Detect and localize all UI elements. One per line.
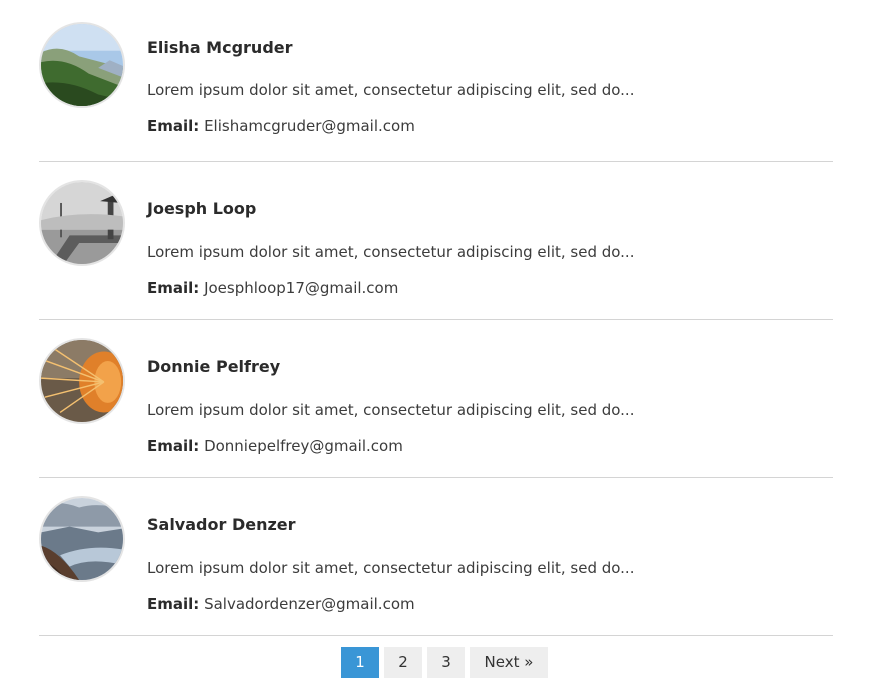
email-label: Email: [147,279,200,297]
user-name: Joesph Loop [147,199,257,218]
user-description: Lorem ipsum dolor sit amet, consectetur … [147,401,635,419]
page-button-1[interactable]: 1 [341,647,379,678]
user-description: Lorem ipsum dolor sit amet, consectetur … [147,81,635,99]
user-email-line: Email: Salvadordenzer@gmail.com [147,595,415,613]
user-email-line: Email: Joesphloop17@gmail.com [147,279,398,297]
next-page-button[interactable]: Next » [470,647,548,678]
user-name: Elisha Mcgruder [147,38,293,57]
user-list: Elisha Mcgruder Lorem ipsum dolor sit am… [39,0,833,636]
email-label: Email: [147,595,200,613]
email-label: Email: [147,437,200,455]
user-name: Donnie Pelfrey [147,357,281,376]
user-email[interactable]: Joesphloop17@gmail.com [204,279,398,297]
list-item: Elisha Mcgruder Lorem ipsum dolor sit am… [39,0,833,162]
list-item: Joesph Loop Lorem ipsum dolor sit amet, … [39,162,833,320]
pier-lighthouse-photo [41,182,123,264]
user-name: Salvador Denzer [147,515,296,534]
user-email-line: Email: Elishamcgruder@gmail.com [147,117,415,135]
list-item: Donnie Pelfrey Lorem ipsum dolor sit ame… [39,320,833,478]
mountain-landscape-photo [41,24,123,106]
avatar [39,338,125,424]
user-email[interactable]: Salvadordenzer@gmail.com [204,595,415,613]
user-email[interactable]: Donniepelfrey@gmail.com [204,437,403,455]
avatar [39,496,125,582]
user-description: Lorem ipsum dolor sit amet, consectetur … [147,243,635,261]
page-button-3[interactable]: 3 [427,647,465,678]
pagination: 1 2 3 Next » [341,647,548,678]
page-button-2[interactable]: 2 [384,647,422,678]
email-label: Email: [147,117,200,135]
user-email[interactable]: Elishamcgruder@gmail.com [204,117,415,135]
avatar [39,180,125,266]
list-item: Salvador Denzer Lorem ipsum dolor sit am… [39,478,833,636]
user-description: Lorem ipsum dolor sit amet, consectetur … [147,559,635,577]
avatar [39,22,125,108]
user-email-line: Email: Donniepelfrey@gmail.com [147,437,403,455]
wheat-spike-photo [41,340,123,422]
fjord-valley-photo [41,498,123,580]
